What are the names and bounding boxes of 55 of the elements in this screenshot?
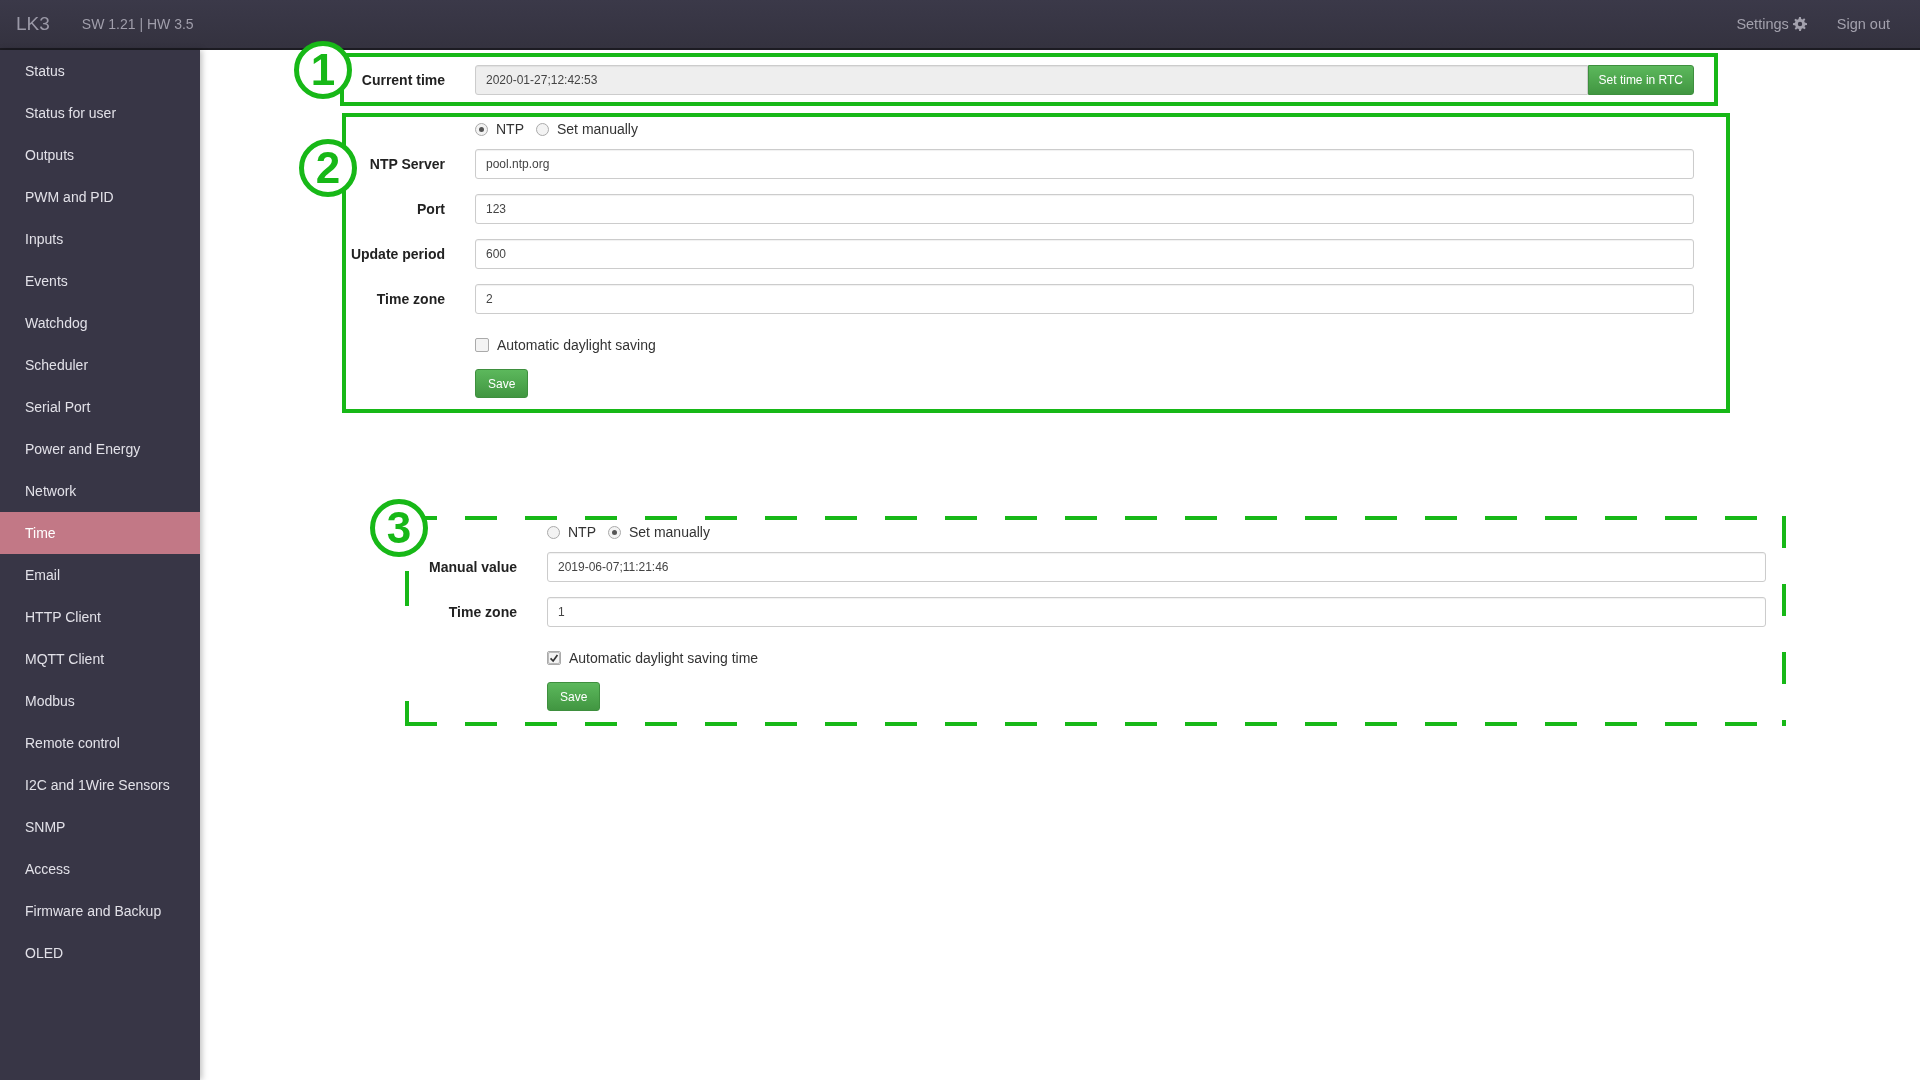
sidebar-item[interactable]: Status [0,50,200,92]
sidebar-item[interactable]: MQTT Client [0,638,200,680]
radio-button[interactable] [547,525,560,539]
current-time-field[interactable]: 2020-01-27;12:42:53 [475,64,1588,95]
step-number: 2 [299,139,357,197]
input-field[interactable]: 123 [475,193,1694,224]
sidebar-item[interactable]: Scheduler [0,344,200,386]
radio-button[interactable] [608,525,621,539]
checkbox-label: Automatic daylight saving time [569,650,759,666]
radio-button[interactable] [475,122,488,136]
input-field[interactable]: 2 [475,283,1694,314]
sidebar-item[interactable]: Status for user [0,92,200,134]
sidebar-item[interactable]: Watchdog [0,302,200,344]
step-number: 3 [370,499,428,557]
sidebar-item[interactable]: PWM and PID [0,176,200,218]
sign-out-link[interactable]: Sign out [1836,16,1890,32]
radio-label: NTP [496,121,524,137]
input-field[interactable]: 2019-06-07;11:21:46 [547,551,1766,582]
radio-label: Set manually [557,121,638,137]
sidebar-item[interactable]: Remote control [0,722,200,764]
checkbox[interactable] [475,338,489,352]
input-field[interactable]: 1 [547,596,1766,627]
input-field[interactable]: pool.ntp.org [475,148,1694,179]
sidebar-item[interactable]: Inputs [0,218,200,260]
sidebar-item[interactable]: Firmware and Backup [0,890,200,932]
settings-icon[interactable] [1792,17,1807,31]
field-label: Time zone [447,603,517,620]
checkbox[interactable] [547,651,561,665]
radio-button[interactable] [536,122,549,136]
sidebar-item[interactable]: Outputs [0,134,200,176]
version-text: SW 1.21 | HW 3.5 [81,16,194,32]
radio-label: Set manually [629,524,710,540]
sidebar-item[interactable]: Events [0,260,200,302]
sidebar-item[interactable]: SNMP [0,806,200,848]
field-label: NTP Server [368,155,445,172]
field-label: Manual value [428,558,517,575]
field-label: Current time [360,71,445,88]
field-label: Update period [349,245,445,262]
settings-link[interactable]: Settings [1736,16,1789,32]
sidebar-item[interactable]: I2C and 1Wire Sensors [0,764,200,806]
field-label: Port [416,200,445,217]
step-number: 1 [294,41,352,99]
sidebar-item[interactable]: OLED [0,932,200,974]
sidebar-item[interactable]: Email [0,554,200,596]
field-label: Time zone [375,290,445,307]
checkbox-label: Automatic daylight saving [497,337,656,353]
radio-label: NTP [568,524,596,540]
sidebar-item[interactable]: Network [0,470,200,512]
sidebar-item[interactable]: HTTP Client [0,596,200,638]
sidebar-item[interactable]: Access [0,848,200,890]
sidebar-item[interactable]: Serial Port [0,386,200,428]
sidebar-item[interactable]: Power and Energy [0,428,200,470]
logo: LK3 [16,13,50,35]
input-field[interactable]: 600 [475,238,1694,269]
sidebar-item[interactable]: Modbus [0,680,200,722]
